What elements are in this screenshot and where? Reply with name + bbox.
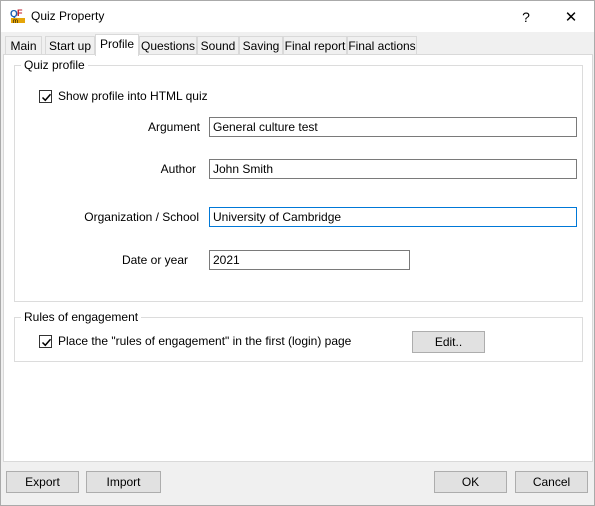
tab-main[interactable]: Main xyxy=(5,36,42,55)
argument-label: Argument xyxy=(147,120,200,134)
organization-label: Organization / School xyxy=(84,210,199,224)
ok-button[interactable]: OK xyxy=(434,471,507,493)
checkmark-icon xyxy=(41,93,52,102)
tab-start-up[interactable]: Start up xyxy=(45,36,95,55)
window-title: Quiz Property xyxy=(31,9,105,23)
place-rules-label: Place the "rules of engagement" in the f… xyxy=(58,334,352,348)
quiz-profile-group-label: Quiz profile xyxy=(21,58,88,72)
export-button[interactable]: Export xyxy=(6,471,79,493)
argument-input[interactable]: General culture test xyxy=(209,117,577,137)
quiz-property-dialog: Q F m Quiz Property ? ✕ Main Start up Pr… xyxy=(0,0,595,506)
quiz-profile-group: Quiz profile Show profile into HTML quiz… xyxy=(14,58,583,302)
app-icon: Q F m xyxy=(10,8,26,24)
close-button[interactable]: ✕ xyxy=(548,1,594,32)
date-label: Date or year xyxy=(121,253,188,267)
checkmark-icon xyxy=(41,338,52,347)
tab-final-actions[interactable]: Final actions xyxy=(347,36,417,55)
tab-profile[interactable]: Profile xyxy=(95,34,139,56)
cancel-button[interactable]: Cancel xyxy=(515,471,588,493)
tab-strip: Main Start up Profile Questions Sound Sa… xyxy=(3,34,593,56)
show-profile-checkbox[interactable] xyxy=(39,90,52,103)
title-bar: Q F m Quiz Property ? ✕ xyxy=(1,1,594,32)
tab-sound[interactable]: Sound xyxy=(197,36,239,55)
svg-text:m: m xyxy=(13,19,18,24)
author-input[interactable]: John Smith xyxy=(209,159,577,179)
tab-questions[interactable]: Questions xyxy=(139,36,197,55)
svg-text:F: F xyxy=(17,8,23,18)
rules-group-label: Rules of engagement xyxy=(21,310,142,324)
tab-saving[interactable]: Saving xyxy=(239,36,283,55)
organization-input[interactable]: University of Cambridge xyxy=(209,207,577,227)
import-button[interactable]: Import xyxy=(86,471,161,493)
rules-group: Rules of engagement Place the "rules of … xyxy=(14,310,583,362)
profile-panel: Quiz profile Show profile into HTML quiz… xyxy=(3,54,593,462)
date-input[interactable]: 2021 xyxy=(209,250,410,270)
place-rules-checkbox[interactable] xyxy=(39,335,52,348)
edit-button[interactable]: Edit.. xyxy=(412,331,485,353)
tab-final-report[interactable]: Final report xyxy=(283,36,347,55)
author-label: Author xyxy=(160,162,196,176)
show-profile-label: Show profile into HTML quiz xyxy=(58,89,208,103)
help-button[interactable]: ? xyxy=(503,1,549,32)
